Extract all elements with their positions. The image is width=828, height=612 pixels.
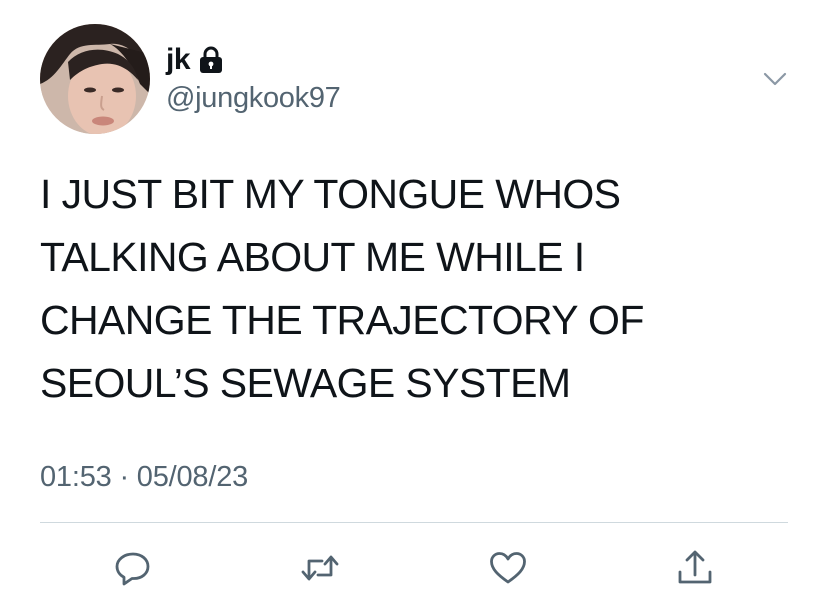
tweet: jk @jungkook97 I JUST BIT MY TONGUE WHOS… — [0, 0, 828, 612]
retweet-icon — [300, 548, 340, 588]
chevron-down-icon[interactable] — [760, 64, 790, 94]
avatar-image — [40, 24, 150, 134]
heart-icon — [488, 548, 528, 588]
like-button[interactable] — [484, 544, 532, 592]
tweet-text: I JUST BIT MY TONGUE WHOS TALKING ABOUT … — [40, 171, 644, 406]
share-button[interactable] — [671, 544, 719, 592]
divider — [40, 522, 788, 523]
reply-icon — [113, 548, 153, 588]
meta-separator: · — [119, 461, 129, 493]
reply-button[interactable] — [109, 544, 157, 592]
action-bar — [0, 544, 828, 592]
avatar[interactable] — [40, 24, 150, 134]
display-name[interactable]: jk — [166, 43, 191, 77]
tweet-date: 05/08/23 — [136, 461, 249, 493]
author-name-row[interactable]: jk — [166, 40, 224, 80]
lock-icon — [198, 45, 224, 75]
retweet-button[interactable] — [296, 544, 344, 592]
tweet-timestamp[interactable]: 01:53 · 05/08/23 — [40, 461, 248, 494]
author-handle[interactable]: @jungkook97 — [166, 82, 341, 115]
tweet-time: 01:53 — [40, 461, 112, 493]
share-icon — [675, 548, 715, 588]
